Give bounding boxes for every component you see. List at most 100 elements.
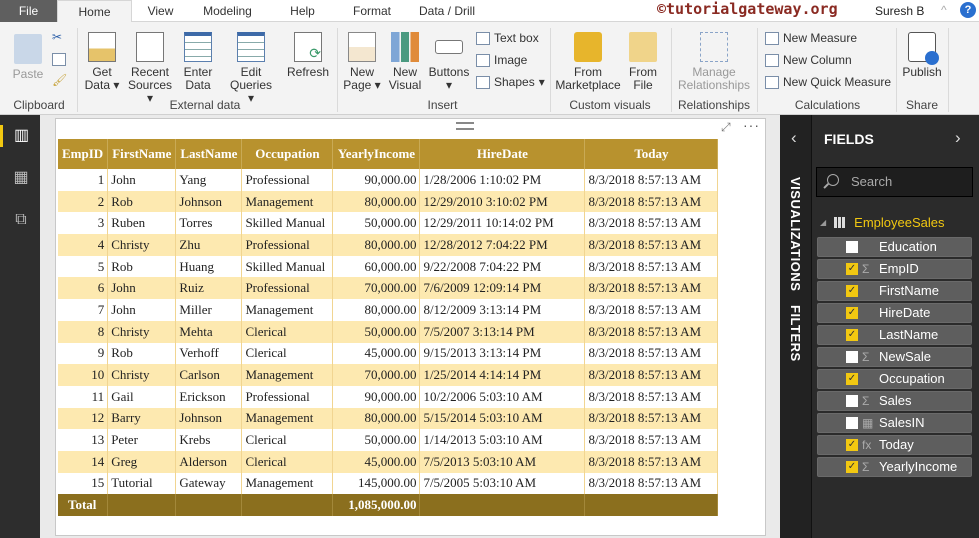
- edit-queries-button[interactable]: Edit Queries ▾: [226, 32, 276, 105]
- cut-icon[interactable]: ✂: [52, 30, 62, 44]
- shapes-button[interactable]: Shapes ▾: [476, 75, 545, 89]
- new-quick-measure-button[interactable]: New Quick Measure: [765, 75, 891, 89]
- column-header-today[interactable]: Today: [584, 139, 719, 169]
- from-marketplace-button[interactable]: From Marketplace: [555, 32, 621, 92]
- filters-pane-tab[interactable]: FILTERS: [788, 305, 803, 362]
- copy-icon[interactable]: [52, 53, 66, 66]
- cell-yearlyincome: 90,000.00: [332, 169, 421, 191]
- cell-occupation: Professional: [241, 234, 334, 256]
- enter-data-button[interactable]: Enter Data: [180, 32, 216, 92]
- cell-lastname: Ruiz: [175, 277, 243, 300]
- folder-icon: [629, 32, 657, 62]
- total-yearly-income: 1,085,000.00: [332, 494, 421, 517]
- refresh-button[interactable]: ⟳ Refresh: [286, 32, 330, 79]
- cell-firstname: Peter: [107, 429, 177, 451]
- format-painter-icon[interactable]: 🖌: [52, 73, 67, 87]
- tab-help[interactable]: Help: [280, 0, 325, 22]
- more-options-icon[interactable]: ···: [743, 117, 760, 133]
- checkbox-checked-icon[interactable]: ✓: [846, 263, 858, 275]
- field-education[interactable]: Education: [817, 237, 972, 257]
- tab-file[interactable]: File: [0, 0, 57, 22]
- table-row: 10 Christy Carlson Management 70,000.00 1/25/…: [58, 364, 719, 386]
- cell-hiredate: 7/5/2007 3:13:14 PM: [419, 320, 586, 343]
- text-box-button[interactable]: Text box: [476, 31, 539, 45]
- checkbox-checked-icon[interactable]: ✓: [846, 329, 858, 341]
- ribbon-tabs: File Home View Modeling Help Format Data…: [0, 0, 979, 23]
- field-yearlyincome[interactable]: ✓ Σ YearlyIncome: [817, 457, 972, 477]
- checkbox-unchecked-icon[interactable]: [846, 241, 858, 253]
- publish-button[interactable]: Publish: [900, 32, 944, 79]
- tab-data-drill[interactable]: Data / Drill: [412, 0, 482, 22]
- cell-yearlyincome: 45,000.00: [332, 342, 421, 365]
- collapse-ribbon-icon[interactable]: ^: [941, 3, 947, 17]
- column-header-firstname[interactable]: FirstName: [107, 139, 177, 169]
- cell-today: 8/3/2018 8:57:13 AM: [584, 450, 719, 473]
- table-node-employeesales[interactable]: ◢ EmployeeSales: [820, 215, 944, 230]
- field-lastname[interactable]: ✓ LastName: [817, 325, 972, 345]
- column-header-lastname[interactable]: LastName: [175, 139, 243, 169]
- field-firstname[interactable]: ✓ FirstName: [817, 281, 972, 301]
- checkbox-unchecked-icon[interactable]: [846, 351, 858, 363]
- column-header-empid[interactable]: EmpID: [58, 139, 109, 169]
- new-page-button[interactable]: New Page ▾: [342, 32, 382, 92]
- model-view-icon[interactable]: ⧉: [10, 209, 32, 231]
- field-salesin[interactable]: ▦ SalesIN: [817, 413, 972, 433]
- cell-hiredate: 12/29/2011 10:14:02 PM: [419, 212, 586, 235]
- field-hiredate[interactable]: ✓ HireDate: [817, 303, 972, 323]
- cell-firstname: Tutorial: [107, 472, 177, 495]
- field-today[interactable]: ✓ fx Today: [817, 435, 972, 455]
- checkbox-checked-icon[interactable]: ✓: [846, 373, 858, 385]
- cell-lastname: Gateway: [175, 472, 243, 495]
- visualizations-pane-tab[interactable]: VISUALIZATIONS: [788, 177, 803, 291]
- tab-modeling[interactable]: Modeling: [195, 0, 260, 22]
- report-view-icon[interactable]: ▥: [0, 125, 40, 147]
- new-visual-button[interactable]: New Visual: [386, 32, 424, 92]
- focus-mode-icon[interactable]: ⤢: [721, 120, 731, 135]
- column-header-occupation[interactable]: Occupation: [241, 139, 334, 169]
- image-button[interactable]: Image: [476, 53, 527, 67]
- chevron-right-icon[interactable]: ›: [955, 128, 961, 148]
- field-name: Sales: [879, 393, 912, 408]
- tab-view[interactable]: View: [138, 0, 183, 22]
- cell-firstname: Rob: [107, 255, 177, 278]
- column-header-yearlyincome[interactable]: YearlyIncome: [332, 139, 421, 169]
- manage-relationships-button[interactable]: Manage Relationships: [676, 32, 752, 92]
- new-column-button[interactable]: New Column: [765, 53, 852, 67]
- cell-yearlyincome: 50,000.00: [332, 429, 421, 451]
- table-visual[interactable]: ⤢ ··· EmpID FirstName LastName Occupation Ye…: [55, 117, 766, 536]
- data-view-icon[interactable]: ▦: [10, 167, 32, 189]
- buttons-button[interactable]: Buttons ▾: [427, 32, 471, 92]
- marketplace-bag-icon: [574, 32, 602, 62]
- field-name: SalesIN: [879, 415, 925, 430]
- checkbox-checked-icon[interactable]: ✓: [846, 439, 858, 451]
- cell-today: 8/3/2018 8:57:13 AM: [584, 472, 719, 495]
- tab-format[interactable]: Format: [347, 0, 397, 22]
- checkbox-checked-icon[interactable]: ✓: [846, 461, 858, 473]
- checkbox-unchecked-icon[interactable]: [846, 395, 858, 407]
- field-newsale[interactable]: Σ NewSale: [817, 347, 972, 367]
- new-measure-button[interactable]: New Measure: [765, 31, 857, 45]
- drag-handle-icon[interactable]: [456, 122, 474, 130]
- field-sales[interactable]: Σ Sales: [817, 391, 972, 411]
- cell-today: 8/3/2018 8:57:13 AM: [584, 299, 719, 321]
- chevron-left-icon[interactable]: ‹: [791, 128, 797, 148]
- fields-pane: ‹ FIELDS › Search ◢ EmployeeSales Educati…: [791, 115, 979, 538]
- help-icon[interactable]: ?: [960, 2, 976, 18]
- get-data-button[interactable]: Get Data ▾: [82, 32, 122, 92]
- paste-button[interactable]: Paste: [8, 34, 48, 81]
- field-occupation[interactable]: ✓ Occupation: [817, 369, 972, 389]
- cell-firstname: Greg: [107, 450, 177, 473]
- view-switcher: ▥ ▦ ⧉: [0, 115, 40, 538]
- field-empid[interactable]: ✓ Σ EmpID: [817, 259, 972, 279]
- checkbox-unchecked-icon[interactable]: [846, 417, 858, 429]
- from-file-button[interactable]: From File: [625, 32, 661, 92]
- column-header-hiredate[interactable]: HireDate: [419, 139, 586, 169]
- checkbox-checked-icon[interactable]: ✓: [846, 285, 858, 297]
- user-name[interactable]: Suresh B: [875, 4, 924, 18]
- tab-home[interactable]: Home: [57, 0, 132, 23]
- cell-yearlyincome: 70,000.00: [332, 364, 421, 386]
- recent-sources-button[interactable]: Recent Sources ▾: [126, 32, 174, 105]
- fields-search-input[interactable]: Search: [816, 167, 973, 197]
- cell-today: 8/3/2018 8:57:13 AM: [584, 342, 719, 365]
- checkbox-checked-icon[interactable]: ✓: [846, 307, 858, 319]
